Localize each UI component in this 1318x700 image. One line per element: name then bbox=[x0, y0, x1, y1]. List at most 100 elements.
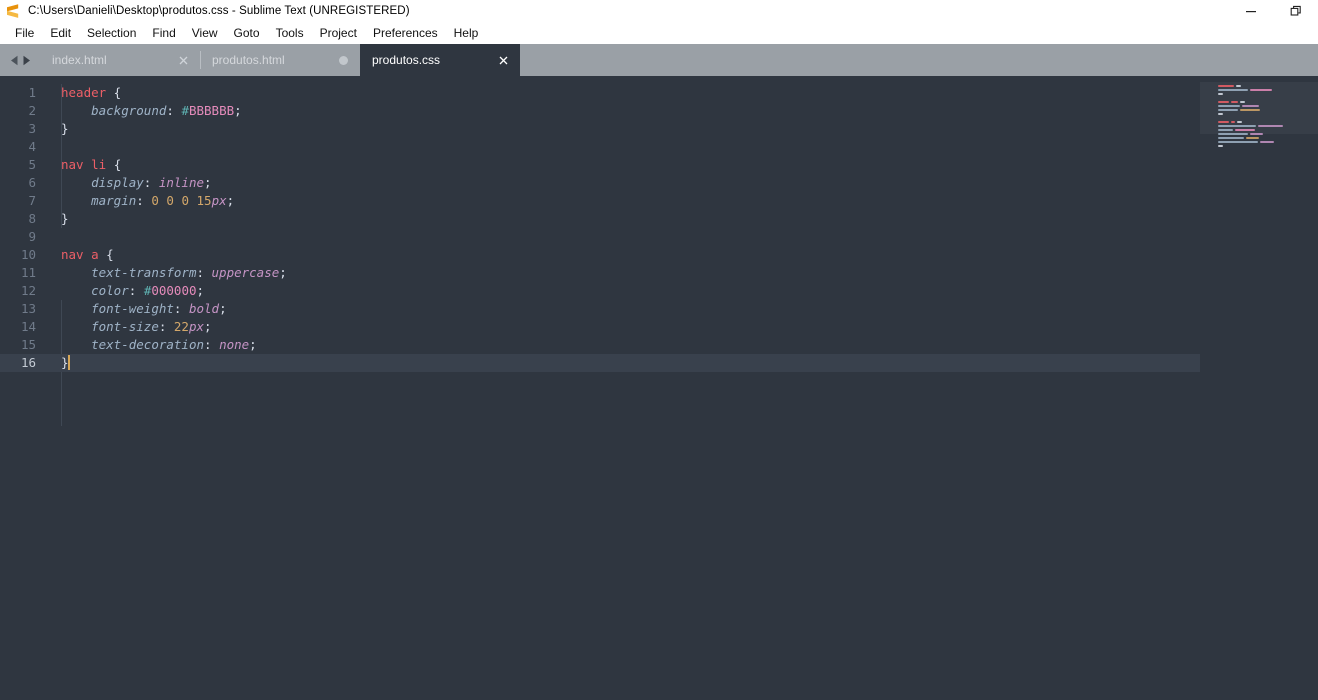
menu-item-project[interactable]: Project bbox=[312, 23, 365, 43]
code-token: { bbox=[106, 85, 122, 100]
menu-item-tools[interactable]: Tools bbox=[268, 23, 312, 43]
chevron-left-icon[interactable] bbox=[10, 55, 19, 66]
minimap-segment bbox=[1236, 85, 1241, 87]
code-token: px bbox=[211, 193, 227, 208]
code-line[interactable]: } bbox=[46, 210, 1318, 228]
code-token: text-decoration bbox=[91, 337, 204, 352]
code-line[interactable] bbox=[46, 138, 1318, 156]
minimap-line bbox=[1200, 144, 1318, 148]
minimap-segment bbox=[1218, 93, 1223, 95]
window-controls bbox=[1228, 0, 1318, 22]
minimap-segment bbox=[1231, 101, 1238, 103]
code-area[interactable]: header { background: #BBBBBB;} nav li { d… bbox=[46, 76, 1318, 700]
code-token: : bbox=[158, 319, 174, 334]
code-line[interactable]: text-decoration: none; bbox=[46, 336, 1318, 354]
code-token: 22 bbox=[173, 319, 189, 334]
menu-bar: File Edit Selection Find View Goto Tools… bbox=[0, 22, 1318, 44]
tab-produtos-html[interactable]: produtos.html bbox=[200, 44, 360, 76]
code-token: background bbox=[91, 103, 167, 118]
code-line[interactable]: color: #000000; bbox=[46, 282, 1318, 300]
minimap-segment bbox=[1246, 137, 1259, 139]
close-icon[interactable] bbox=[176, 53, 190, 67]
code-token: nav bbox=[61, 157, 84, 172]
code-token: ; bbox=[226, 193, 235, 208]
code-token: none bbox=[219, 337, 250, 352]
code-line[interactable]: } bbox=[46, 354, 1318, 372]
minimap-segment bbox=[1218, 145, 1223, 147]
menu-item-goto[interactable]: Goto bbox=[226, 23, 268, 43]
code-minimap[interactable] bbox=[1200, 76, 1318, 700]
menu-item-help[interactable]: Help bbox=[446, 23, 487, 43]
menu-item-edit[interactable]: Edit bbox=[42, 23, 79, 43]
code-line[interactable]: background: #BBBBBB; bbox=[46, 102, 1318, 120]
code-token: a bbox=[91, 247, 99, 262]
code-token: bold bbox=[188, 301, 220, 316]
code-token: BBBBBB bbox=[188, 103, 235, 118]
code-token: 0 bbox=[151, 193, 159, 208]
minimap-segment bbox=[1235, 129, 1255, 131]
line-number: 12 bbox=[20, 283, 36, 298]
text-cursor bbox=[67, 355, 70, 370]
minimap-segment bbox=[1218, 85, 1234, 87]
code-line[interactable]: } bbox=[46, 120, 1318, 138]
line-number: 6 bbox=[28, 175, 36, 190]
menu-item-file[interactable]: File bbox=[7, 23, 42, 43]
minimap-segment bbox=[1231, 121, 1235, 123]
minimap-segment bbox=[1242, 105, 1259, 107]
line-number: 16 bbox=[0, 354, 46, 372]
menu-item-find[interactable]: Find bbox=[144, 23, 183, 43]
menu-item-selection[interactable]: Selection bbox=[79, 23, 144, 43]
title-bar: C:\Users\Danieli\Desktop\produtos.css - … bbox=[0, 0, 1318, 22]
code-token: font-size bbox=[91, 319, 159, 334]
code-token: : bbox=[128, 283, 144, 298]
close-icon[interactable] bbox=[496, 53, 510, 67]
minimap-segment bbox=[1218, 133, 1248, 135]
code-line[interactable]: nav a { bbox=[46, 246, 1318, 264]
code-token: nav bbox=[61, 247, 84, 262]
minimize-button[interactable] bbox=[1228, 0, 1273, 22]
window-title: C:\Users\Danieli\Desktop\produtos.css - … bbox=[28, 5, 410, 17]
code-line[interactable]: margin: 0 0 0 15px; bbox=[46, 192, 1318, 210]
line-number: 8 bbox=[28, 211, 36, 226]
code-line[interactable]: header { bbox=[46, 84, 1318, 102]
chevron-right-icon[interactable] bbox=[22, 55, 31, 66]
tab-produtos-css[interactable]: produtos.css bbox=[360, 44, 520, 76]
menu-item-view[interactable]: View bbox=[184, 23, 226, 43]
editor-pane[interactable]: 1 2 3 4 5 6 7 8 9 10 11 12 13 14 15 16 header { backgro… bbox=[0, 76, 1318, 700]
code-token: : bbox=[173, 301, 189, 316]
code-token: 15 bbox=[196, 193, 212, 208]
menu-item-preferences[interactable]: Preferences bbox=[365, 23, 446, 43]
minimap-segment bbox=[1218, 129, 1233, 131]
minimap-segment bbox=[1218, 105, 1240, 107]
tab-navigation bbox=[0, 44, 40, 76]
line-number: 10 bbox=[20, 247, 36, 262]
line-number: 14 bbox=[20, 319, 36, 334]
tab-index-html[interactable]: index.html bbox=[40, 44, 200, 76]
minimap-segment bbox=[1218, 109, 1238, 111]
code-line[interactable]: display: inline; bbox=[46, 174, 1318, 192]
code-line[interactable]: font-weight: bold; bbox=[46, 300, 1318, 318]
line-number: 15 bbox=[20, 337, 36, 352]
code-token: { bbox=[98, 247, 114, 262]
code-token: ; bbox=[204, 319, 212, 334]
code-line[interactable] bbox=[46, 228, 1318, 246]
code-token: } bbox=[61, 121, 69, 136]
minimap-segment bbox=[1218, 125, 1256, 127]
code-token: 0 bbox=[166, 193, 174, 208]
code-line[interactable]: nav li { bbox=[46, 156, 1318, 174]
code-line[interactable]: font-size: 22px; bbox=[46, 318, 1318, 336]
code-token: ; bbox=[249, 337, 257, 352]
line-number-gutter: 1 2 3 4 5 6 7 8 9 10 11 12 13 14 15 16 bbox=[0, 76, 46, 700]
line-number: 2 bbox=[28, 103, 36, 118]
code-token: : bbox=[196, 265, 212, 280]
code-line[interactable]: text-transform: uppercase; bbox=[46, 264, 1318, 282]
restore-button[interactable] bbox=[1273, 0, 1318, 22]
code-token: ; bbox=[234, 103, 242, 118]
code-token: 0 bbox=[181, 193, 189, 208]
